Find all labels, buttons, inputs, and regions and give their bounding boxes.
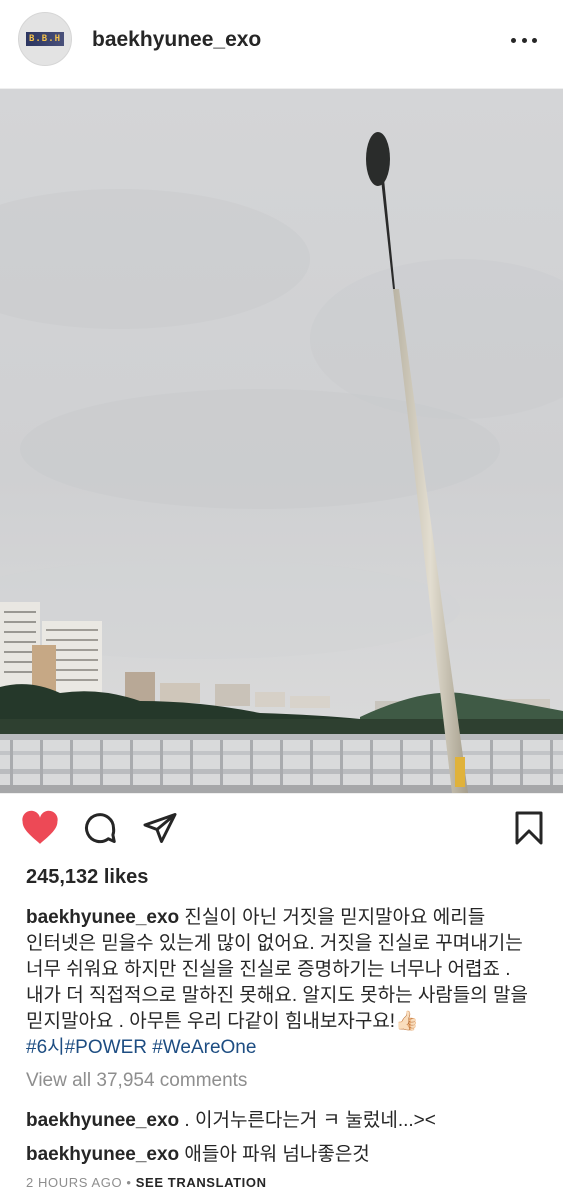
post-header: B.B.H baekhyunee_exo [0,0,563,86]
avatar-badge: B.B.H [26,32,64,46]
share-icon[interactable] [141,810,179,846]
timestamp: 2 HOURS AGO [26,1175,123,1190]
see-translation-link[interactable]: SEE TRANSLATION [136,1175,267,1190]
comment-item: baekhyunee_exo . 이거누른다는거 ㅋ 눌렀네...>< [26,1105,436,1132]
bookmark-icon[interactable] [514,810,544,846]
heart-filled-icon[interactable] [21,810,59,846]
comment-text: . 이거누른다는거 ㅋ 눌렀네...>< [184,1110,436,1131]
caption-hashtags[interactable]: #6시#POWER #WeAreOne [26,1035,544,1061]
post-actions [0,804,563,854]
view-all-comments-link[interactable]: View all 37,954 comments [26,1070,247,1092]
avatar[interactable]: B.B.H [18,12,72,66]
comment-text: 애들아 파워 넘나좋은것 [184,1144,370,1165]
post-footer: 2 HOURS AGO • SEE TRANSLATION [26,1175,267,1190]
likes-count[interactable]: 245,132 likes [26,866,148,889]
comment-icon[interactable] [82,810,118,846]
post-username[interactable]: baekhyunee_exo [92,28,261,52]
caption-username[interactable]: baekhyunee_exo [26,907,179,928]
post-photo[interactable] [0,88,563,794]
caption: baekhyunee_exo 진실이 아닌 거짓을 믿지말아요 에리들 인터넷은… [26,905,544,1061]
separator: • [126,1175,132,1190]
comment-username[interactable]: baekhyunee_exo [26,1144,179,1165]
more-horizontal-icon[interactable] [511,30,537,50]
comment-item: baekhyunee_exo 애들아 파워 넘나좋은것 [26,1139,370,1166]
comment-username[interactable]: baekhyunee_exo [26,1110,179,1131]
